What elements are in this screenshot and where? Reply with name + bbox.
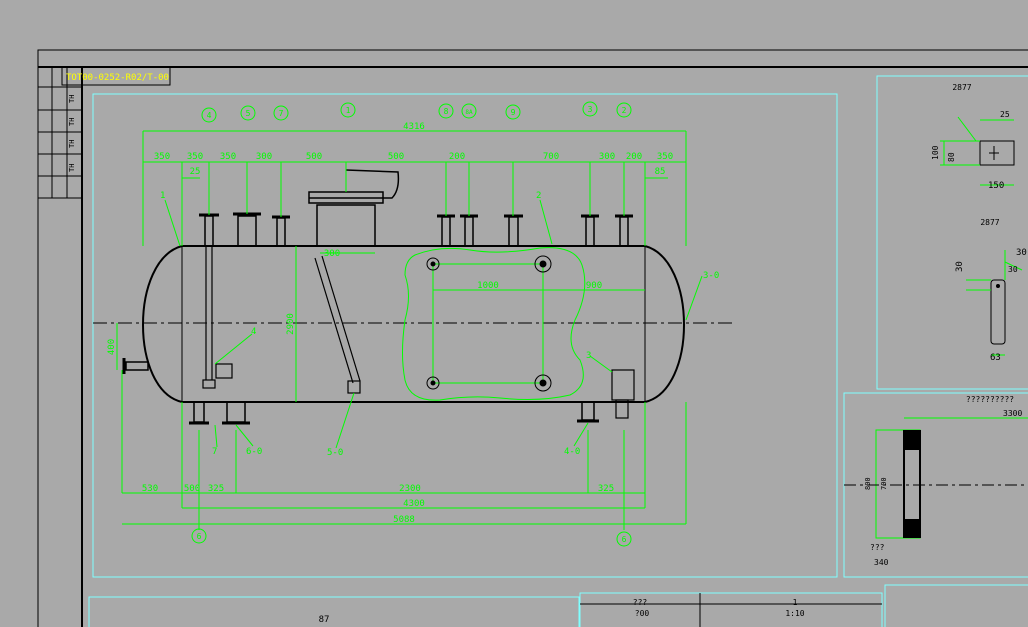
detail-upper-dim-4: 150 — [988, 181, 1004, 191]
balloon-2: 2 — [622, 106, 627, 115]
dim-bottom-3: 325 — [208, 484, 224, 494]
callout-4-0: 4-0 — [564, 447, 580, 457]
dim-top-5: 500 — [306, 152, 322, 162]
callout-2: 2 — [536, 191, 541, 201]
side-label-2: TH — [68, 118, 76, 126]
dim-small-right: 85 — [655, 167, 666, 177]
dim-vertical-left: 400 — [107, 339, 117, 355]
dim-top-10: 200 — [626, 152, 642, 162]
detail-mid-dim-3: 30 — [1008, 265, 1018, 274]
dim-total-lower: 4300 — [403, 499, 425, 509]
dim-nozzle-offset: 300 — [324, 249, 340, 259]
balloon-4: 4 — [207, 111, 212, 120]
dim-bottom-5: 325 — [598, 484, 614, 494]
side-label-1: TH — [68, 95, 76, 103]
dim-top-9: 300 — [599, 152, 615, 162]
dim-small-left: 25 — [190, 167, 201, 177]
detail-upper-dim-3: 80 — [947, 152, 956, 162]
balloon-1: 1 — [346, 106, 351, 115]
dim-overall-top: 4316 — [403, 122, 425, 132]
title-block-scale-label: 1 — [793, 598, 798, 607]
dim-top-3: 350 — [220, 152, 236, 162]
dim-bottom-4: 2300 — [399, 484, 421, 494]
callout-4: 4 — [251, 327, 256, 337]
title-block-scale-value: 1:10 — [785, 609, 804, 618]
balloon-5: 5 — [246, 109, 251, 118]
cad-drawing-canvas[interactable]: TH TH TH TH TOT00-0252-R02/T-00 4 5 7 1 … — [0, 0, 1028, 627]
dim-bottom-1: 530 — [142, 484, 158, 494]
callout-6-0: 6-0 — [246, 447, 262, 457]
balloon-8a: 8A — [465, 109, 473, 116]
detail-lower-dim-3: 700 — [880, 477, 888, 490]
dim-top-2: 350 — [187, 152, 203, 162]
balloon-3: 3 — [588, 105, 593, 114]
dim-top-8: 700 — [543, 152, 559, 162]
detail-mid-dim-4: 63 — [990, 353, 1001, 363]
detail-lower-title: ?????????? — [966, 395, 1014, 404]
title-block-mid-label: ??? — [633, 598, 648, 607]
dim-bottom-2: 500 — [184, 484, 200, 494]
dim-manway-span: 1000 — [477, 281, 499, 291]
dim-top-6: 500 — [388, 152, 404, 162]
detail-upper-title: 2877 — [952, 83, 971, 92]
callout-3: 3 — [586, 351, 591, 361]
side-label-4: TH — [68, 164, 76, 172]
detail-lower-dim-5: 340 — [874, 558, 889, 567]
dim-top-11: 350 — [657, 152, 673, 162]
title-tab-text: TOT00-0252-R02/T-00 — [66, 73, 169, 83]
detail-lower-dim-1: 3300 — [1003, 409, 1022, 418]
callout-3-0: 3-0 — [703, 271, 719, 281]
side-label-3: TH — [68, 140, 76, 148]
dim-total-bottom: 5088 — [393, 515, 415, 525]
balloon-7: 7 — [279, 109, 284, 118]
title-block-mid-value: ?00 — [635, 609, 650, 618]
detail-lower-dim-2: 800 — [864, 477, 872, 490]
detail-upper-dim-1: 25 — [1000, 110, 1010, 119]
dim-top-1: 350 — [154, 152, 170, 162]
callout-5-0: 5-0 — [327, 448, 343, 458]
dim-top-7: 200 — [449, 152, 465, 162]
dim-top-4: 300 — [256, 152, 272, 162]
detail-mid-dim-2: 30 — [1016, 248, 1027, 258]
dim-vertical-center: 2900 — [286, 313, 296, 335]
balloon-6-right: 6 — [622, 535, 627, 544]
balloon-6-left: 6 — [197, 532, 202, 541]
detail-mid-dim-1: 30 — [955, 261, 965, 272]
dim-manway-right: 900 — [586, 281, 602, 291]
balloon-9: 9 — [511, 108, 516, 117]
detail-upper-dim-2: 100 — [931, 145, 940, 160]
callout-1: 1 — [160, 191, 165, 201]
detail-mid-title: 2877 — [980, 218, 999, 227]
callout-7: 7 — [212, 447, 217, 457]
balloon-8: 8 — [444, 107, 449, 116]
title-block-left-label: 87 — [319, 615, 330, 625]
detail-lower-dim-4: ??? — [870, 543, 885, 552]
